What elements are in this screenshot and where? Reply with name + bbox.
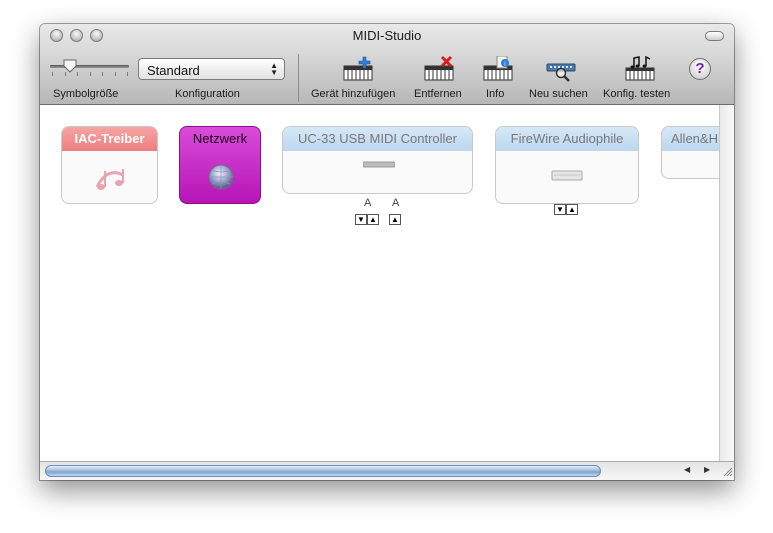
device-name: UC-33 USB MIDI Controller (283, 127, 472, 151)
toolbar-toggle-button[interactable] (705, 31, 724, 41)
midi-studio-window: MIDI-Studio Symbolgröße Standard ▲ ▼ Konf… (40, 24, 734, 480)
rescan-magnifier-icon[interactable] (546, 56, 576, 82)
symbol-size-slider[interactable] (50, 65, 129, 68)
symbol-size-label: Symbolgröße (53, 88, 119, 100)
keyboard-add-icon[interactable] (343, 56, 373, 82)
keyboard-notes-icon[interactable] (625, 56, 655, 82)
port-out-arrow[interactable]: ▲ (566, 204, 578, 215)
slider-knob-icon[interactable] (63, 59, 77, 73)
device-firewire-audiophile[interactable]: FireWire Audiophile (495, 126, 639, 204)
configuration-value: Standard (147, 63, 200, 78)
help-button[interactable]: ? (689, 58, 711, 80)
info-label[interactable]: Info (486, 88, 504, 100)
audio-interface-icon (551, 170, 583, 181)
toolbar-divider (298, 54, 299, 102)
window-title: MIDI-Studio (352, 28, 422, 43)
keyboard-remove-icon[interactable] (424, 56, 454, 82)
port-in-arrow[interactable]: ▼ (554, 204, 566, 215)
port-out-arrow[interactable]: ▲ (367, 214, 379, 225)
device-iac-driver[interactable]: IAC-Treiber (61, 126, 158, 204)
port-out-arrow[interactable]: ▲ (389, 214, 401, 225)
scroll-right-arrow-icon[interactable]: ▶ (704, 465, 710, 474)
keyboard-info-icon[interactable]: i (483, 56, 513, 82)
device-name: FireWire Audiophile (496, 127, 638, 151)
horizontal-scrollbar[interactable]: ◀ ▶ (40, 461, 734, 480)
device-name: IAC-Treiber (62, 127, 157, 151)
port-in-arrow[interactable]: ▼ (355, 214, 367, 225)
test-setup-label[interactable]: Konfig. testen (603, 88, 670, 100)
iac-notes-icon (95, 169, 124, 190)
title-and-toolbar: MIDI-Studio Symbolgröße Standard ▲ ▼ Konf… (40, 24, 734, 105)
port-label: A (392, 197, 400, 209)
configuration-label: Konfiguration (175, 88, 240, 100)
device-canvas: IAC-Treiber Netzwerk UC-33 USB MIDI Cont… (40, 105, 731, 461)
vertical-scrollbar[interactable] (719, 105, 734, 461)
device-network[interactable]: Netzwerk (179, 126, 261, 204)
controller-device-icon (363, 161, 395, 168)
horizontal-scroll-thumb[interactable] (45, 465, 601, 477)
globe-icon (208, 164, 234, 190)
scroll-left-arrow-icon[interactable]: ◀ (684, 465, 690, 474)
updown-arrows-icon: ▲ ▼ (270, 61, 278, 77)
port-label: A (364, 197, 372, 209)
resize-grip-icon[interactable] (721, 465, 733, 477)
rescan-label[interactable]: Neu suchen (529, 88, 588, 100)
device-name: Netzwerk (192, 131, 248, 146)
device-uc33[interactable]: UC-33 USB MIDI Controller (282, 126, 473, 194)
configuration-select[interactable]: Standard ▲ ▼ (138, 58, 285, 80)
remove-label[interactable]: Entfernen (414, 88, 462, 100)
add-device-label[interactable]: Gerät hinzufügen (311, 88, 395, 100)
